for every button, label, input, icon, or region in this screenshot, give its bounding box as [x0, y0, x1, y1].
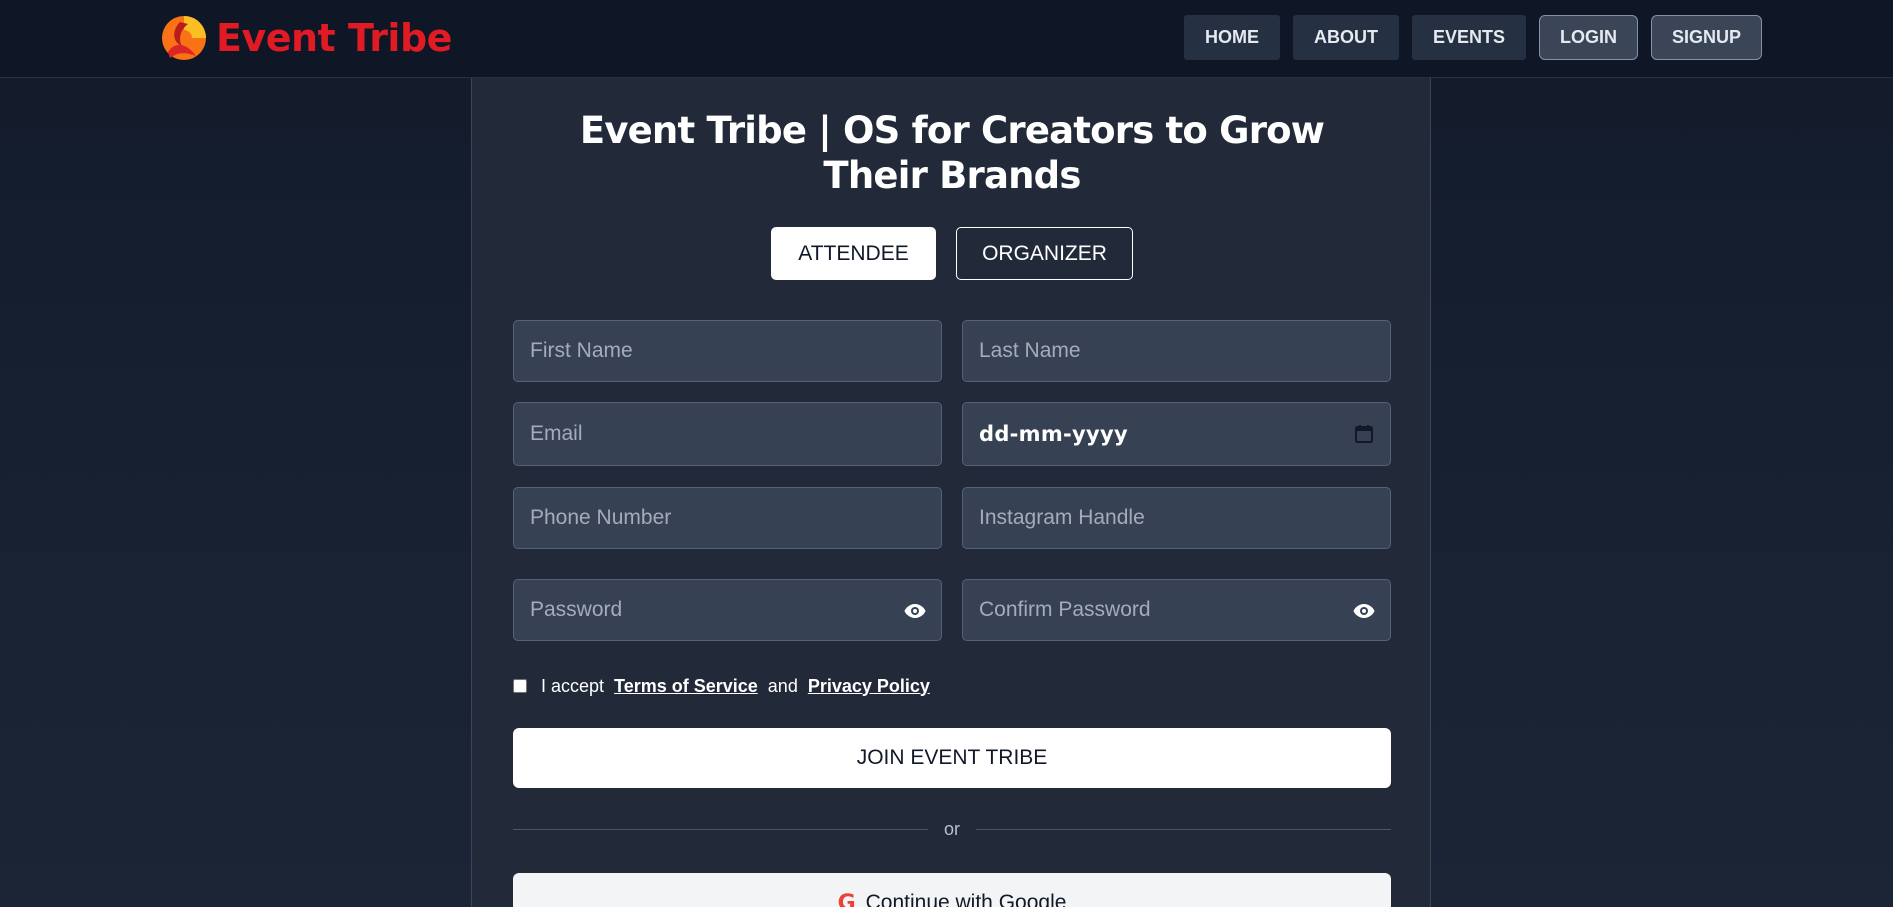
logo-mark-icon — [162, 16, 206, 60]
join-button[interactable]: JOIN EVENT TRIBE — [513, 728, 1391, 788]
nav-signup-button[interactable]: SIGNUP — [1651, 15, 1763, 60]
attendee-tab[interactable]: ATTENDEE — [771, 227, 936, 280]
google-button-label: Continue with Google — [865, 891, 1067, 907]
eye-icon[interactable] — [903, 599, 927, 623]
confirm-password-field — [962, 579, 1391, 641]
page-title: Event Tribe | OS for Creators to Grow Th… — [579, 109, 1325, 197]
phone-input[interactable] — [514, 488, 941, 548]
calendar-icon[interactable] — [1354, 424, 1374, 444]
terms-prefix: I accept — [541, 675, 605, 696]
email-field — [513, 402, 942, 466]
or-divider: or — [513, 819, 1391, 839]
password-input[interactable] — [514, 580, 941, 640]
role-selector: ATTENDEE ORGANIZER — [472, 227, 1432, 280]
phone-field — [513, 487, 942, 549]
date-of-birth-value: dd-mm-yyyy — [979, 422, 1129, 446]
privacy-policy-link[interactable]: Privacy Policy — [808, 676, 930, 697]
terms-of-service-link[interactable]: Terms of Service — [614, 676, 758, 697]
date-of-birth-field[interactable]: dd-mm-yyyy — [962, 402, 1391, 466]
terms-and: and — [767, 675, 798, 696]
last-name-field — [962, 320, 1391, 382]
nav-events-button[interactable]: EVENTS — [1412, 15, 1527, 60]
password-field — [513, 579, 942, 641]
terms-checkbox[interactable] — [513, 679, 527, 693]
instagram-input[interactable] — [963, 488, 1390, 548]
confirm-password-input[interactable] — [963, 580, 1390, 640]
eye-icon[interactable] — [1352, 599, 1376, 623]
organizer-tab[interactable]: ORGANIZER — [956, 227, 1133, 280]
first-name-input[interactable] — [514, 321, 941, 381]
terms-row: I accept Terms of Service and Privacy Po… — [513, 674, 930, 698]
brand-name: Event Tribe — [216, 16, 452, 60]
nav-about-button[interactable]: ABOUT — [1293, 15, 1399, 60]
instagram-field — [962, 487, 1391, 549]
google-signin-button[interactable]: G Continue with Google — [513, 873, 1391, 907]
main-nav: HOME ABOUT EVENTS LOGIN SIGNUP — [1184, 15, 1763, 60]
first-name-field — [513, 320, 942, 382]
nav-login-button[interactable]: LOGIN — [1539, 15, 1639, 60]
signup-card: Event Tribe | OS for Creators to Grow Th… — [471, 78, 1431, 907]
google-icon: G — [837, 890, 856, 907]
navbar: Event Tribe HOME ABOUT EVENTS LOGIN SIGN… — [0, 0, 1893, 78]
divider-line-right — [976, 829, 1391, 830]
nav-home-button[interactable]: HOME — [1184, 15, 1280, 60]
last-name-input[interactable] — [963, 321, 1390, 381]
brand-logo[interactable]: Event Tribe — [158, 10, 452, 66]
email-input[interactable] — [514, 403, 941, 465]
